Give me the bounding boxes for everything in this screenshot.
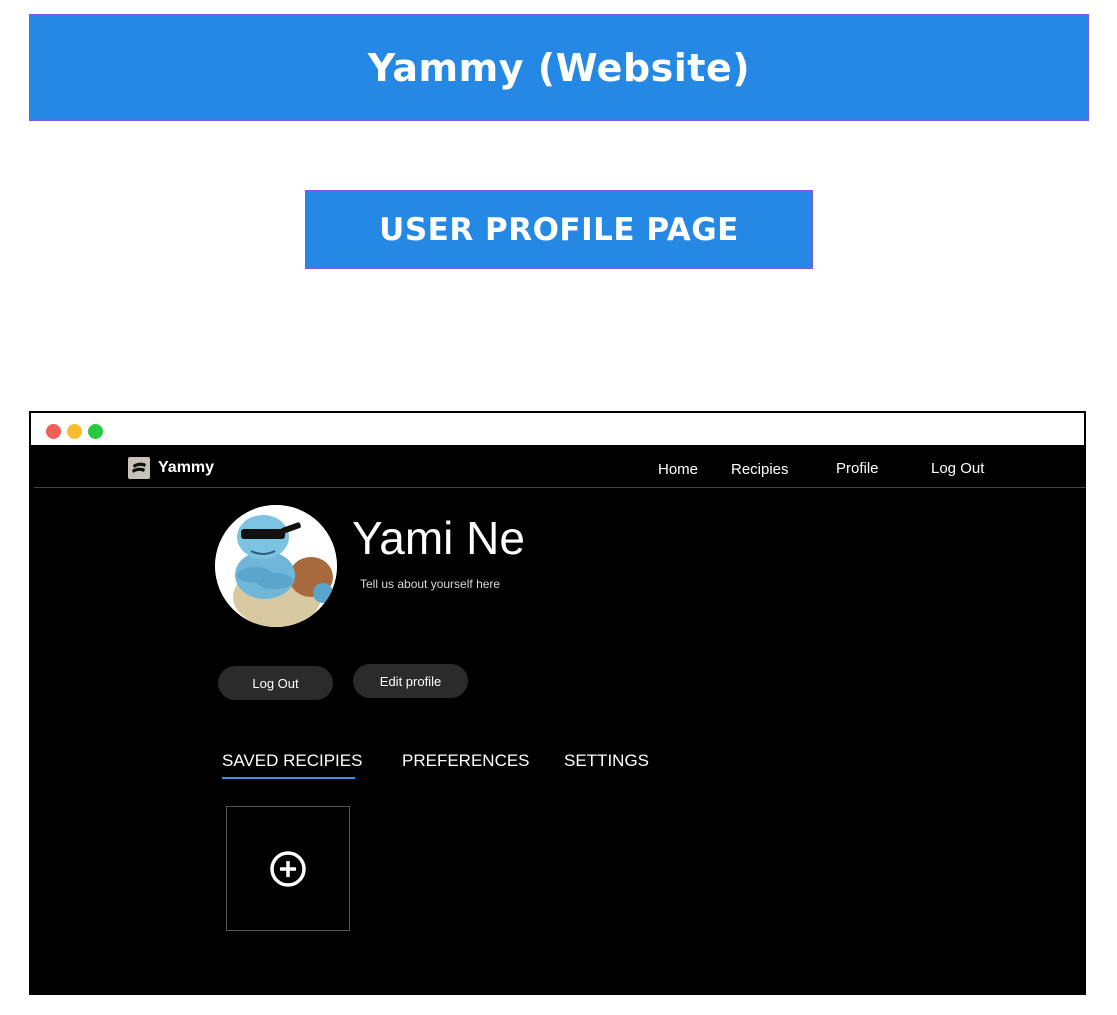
- active-tab-indicator: [222, 777, 355, 779]
- nav-home[interactable]: Home: [658, 461, 698, 478]
- nav-recipies[interactable]: Recipies: [731, 461, 789, 478]
- add-recipe-card[interactable]: [226, 806, 350, 931]
- main-title: Yammy (Website): [367, 45, 751, 90]
- top-navbar: Yammy Home Recipies Profile Log Out: [34, 447, 1086, 488]
- nav-profile[interactable]: Profile: [836, 460, 879, 477]
- avatar-image: [215, 505, 337, 627]
- close-window-button[interactable]: [46, 424, 61, 439]
- logo-icon: [128, 457, 150, 479]
- avatar[interactable]: [215, 505, 337, 627]
- page-subtitle-banner: USER PROFILE PAGE: [305, 190, 813, 269]
- maximize-window-button[interactable]: [88, 424, 103, 439]
- user-bio[interactable]: Tell us about yourself here: [360, 577, 500, 591]
- browser-window: Yammy Home Recipies Profile Log Out Yami…: [29, 411, 1086, 995]
- page-subtitle: USER PROFILE PAGE: [379, 211, 739, 248]
- brand-name: Yammy: [158, 459, 215, 476]
- logout-button[interactable]: Log Out: [218, 666, 333, 700]
- tab-preferences[interactable]: PREFERENCES: [402, 751, 530, 771]
- tab-settings[interactable]: SETTINGS: [564, 751, 649, 771]
- tab-saved-recipies[interactable]: SAVED RECIPIES: [222, 751, 362, 771]
- brand[interactable]: Yammy: [128, 457, 214, 479]
- user-name: Yami Ne: [352, 512, 525, 564]
- window-titlebar: [29, 411, 1086, 447]
- plus-circle-icon: [270, 850, 306, 887]
- minimize-window-button[interactable]: [67, 424, 82, 439]
- nav-logout[interactable]: Log Out: [931, 460, 984, 477]
- edit-profile-button[interactable]: Edit profile: [353, 664, 468, 698]
- main-title-banner: Yammy (Website): [29, 14, 1089, 121]
